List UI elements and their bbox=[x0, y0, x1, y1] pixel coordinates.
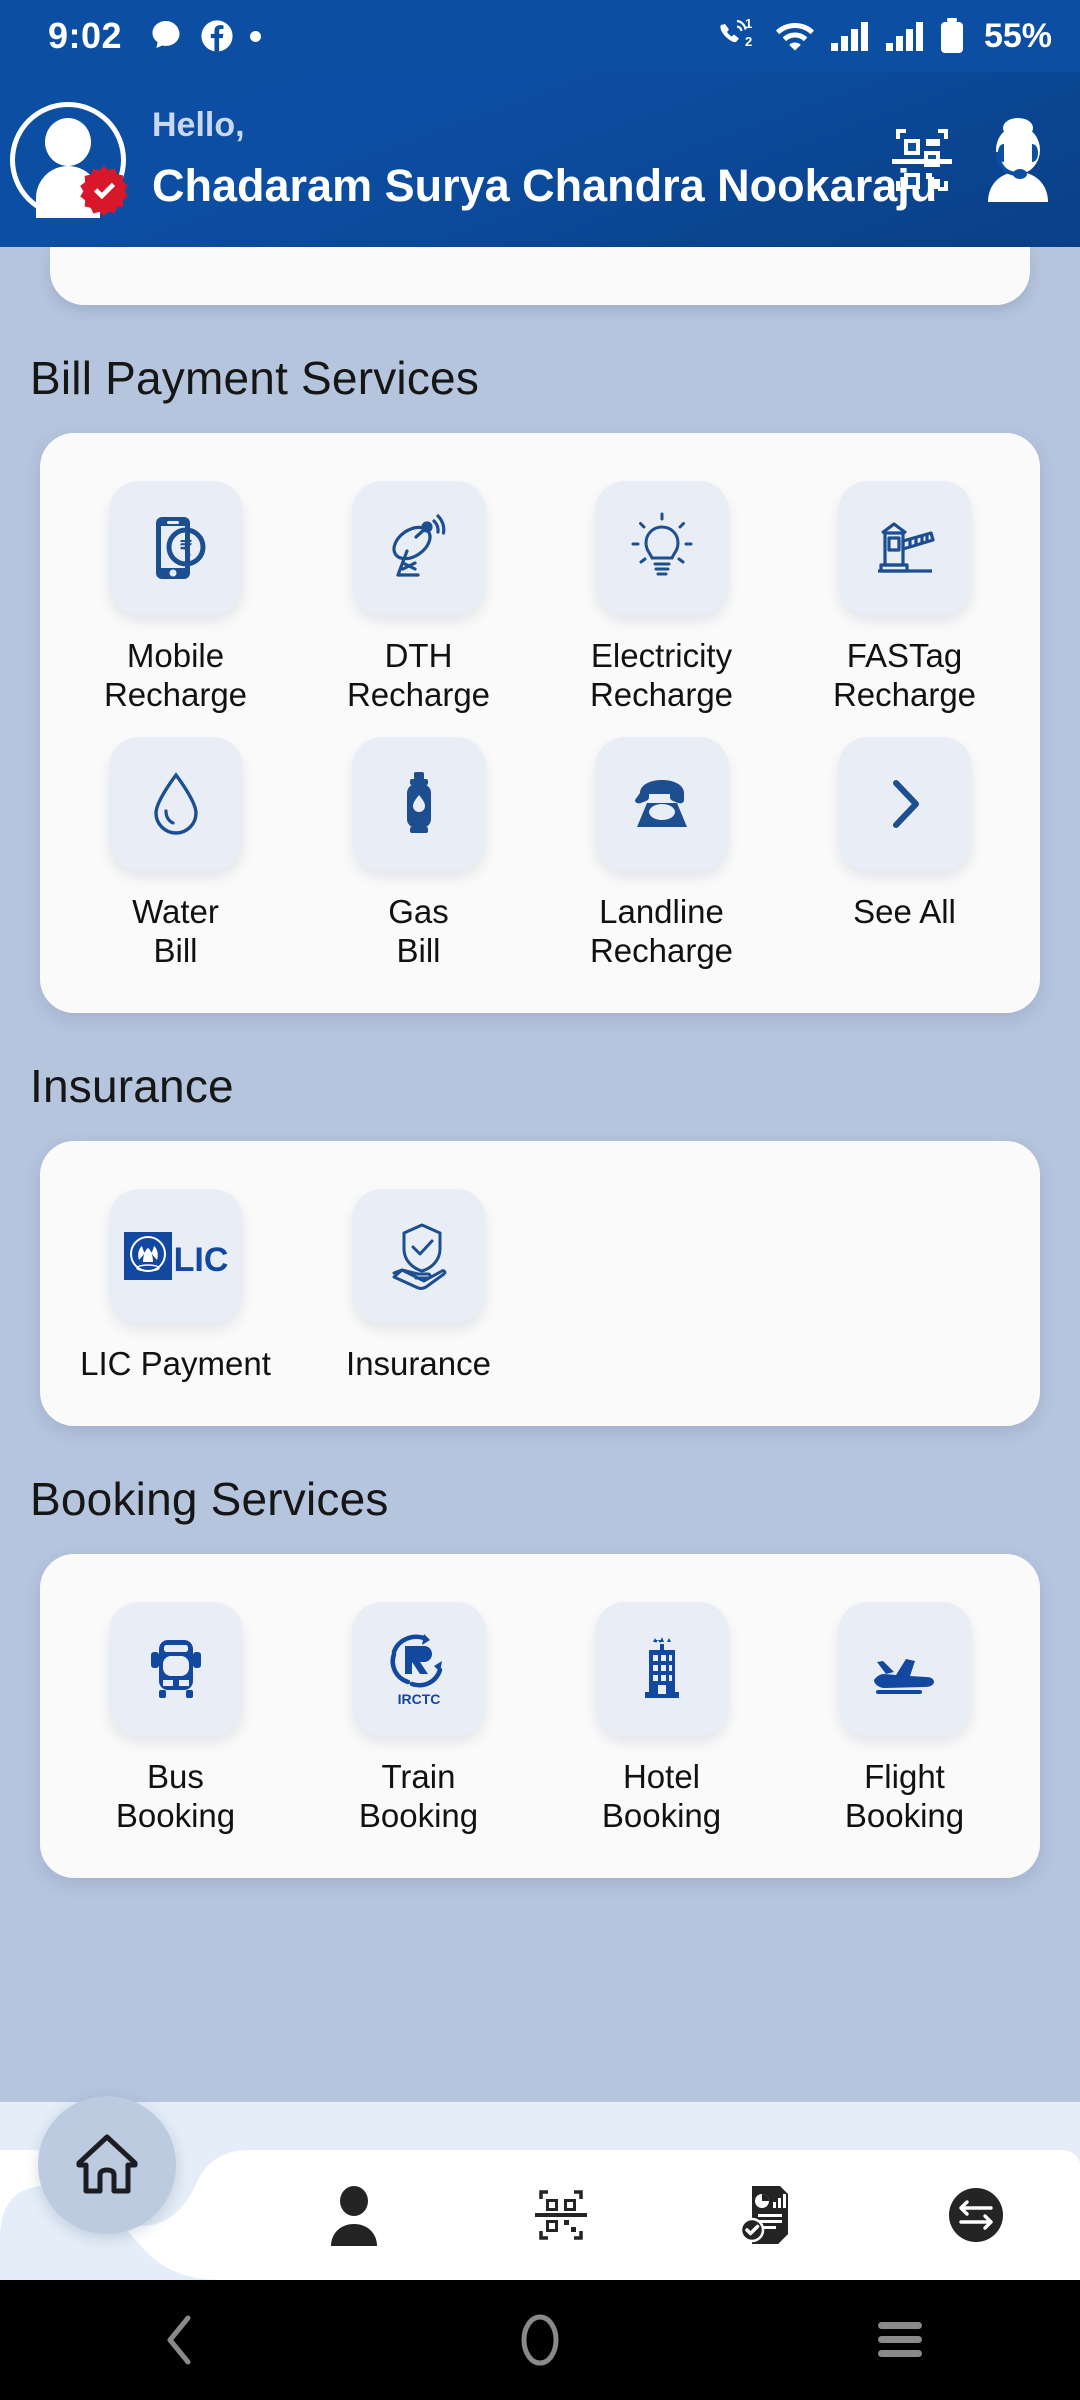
qr-scan-icon bbox=[535, 2190, 588, 2240]
service-label: Flight Booking bbox=[844, 1757, 965, 1834]
back-icon bbox=[167, 2315, 191, 2365]
android-home-button[interactable] bbox=[450, 2280, 630, 2400]
landline-telephone-icon bbox=[594, 736, 729, 871]
water-drop-icon bbox=[108, 736, 243, 871]
svg-text:₹: ₹ bbox=[179, 538, 192, 560]
scrolled-card-peek bbox=[0, 247, 1080, 305]
service-electricity-recharge[interactable]: Electricity Recharge bbox=[540, 467, 783, 723]
svg-text:2: 2 bbox=[745, 34, 752, 49]
service-gas-bill[interactable]: Gas Bill bbox=[297, 723, 540, 979]
qr-scan-icon[interactable] bbox=[884, 117, 960, 203]
service-label: Landline Recharge bbox=[589, 892, 734, 969]
section-title-insurance: Insurance bbox=[30, 1059, 234, 1112]
service-hotel-booking[interactable]: Hotel Booking bbox=[540, 1588, 783, 1844]
flight-plane-icon bbox=[837, 1601, 972, 1736]
status-right-icons: 1 2 55% bbox=[715, 16, 1052, 56]
android-recents-button[interactable] bbox=[810, 2280, 990, 2400]
service-label: Bus Booking bbox=[115, 1757, 236, 1834]
home-icon bbox=[76, 2134, 138, 2194]
service-mobile-recharge[interactable]: ₹ Mobile Recharge bbox=[54, 467, 297, 723]
bill-payment-grid: ₹ Mobile Recharge DTH Recharge Electrici… bbox=[54, 467, 1026, 979]
mobile-recharge-icon: ₹ bbox=[108, 481, 243, 615]
nav-transfer[interactable] bbox=[873, 2150, 1080, 2280]
service-label: See All bbox=[853, 892, 956, 930]
bottom-nav-zone bbox=[0, 2096, 1080, 2280]
section-title-bill-payment: Bill Payment Services bbox=[30, 352, 480, 404]
nav-home[interactable] bbox=[38, 2096, 176, 2234]
dot-indicator bbox=[250, 30, 262, 42]
battery-icon bbox=[939, 17, 965, 55]
fastag-toll-icon bbox=[837, 481, 972, 615]
service-dth-recharge[interactable]: DTH Recharge bbox=[297, 467, 540, 723]
service-label: Insurance bbox=[346, 1344, 491, 1382]
verified-badge-icon bbox=[76, 164, 132, 220]
hotel-building-icon bbox=[594, 1601, 729, 1736]
app-header: Hello, Chadaram Surya Chandra Nookaraju bbox=[0, 72, 1080, 247]
signal-sim1-icon bbox=[829, 19, 871, 53]
signal-sim2-icon bbox=[884, 19, 926, 53]
service-train-booking[interactable]: IRCTC Train Booking bbox=[297, 1588, 540, 1844]
service-water-bill[interactable]: Water Bill bbox=[54, 723, 297, 979]
status-time: 9:02 bbox=[48, 15, 123, 56]
header-actions bbox=[884, 114, 1054, 206]
section-title-booking: Booking Services bbox=[30, 1472, 389, 1525]
insurance-card: LIC LIC Payment Insurance bbox=[40, 1140, 1040, 1426]
bill-payment-card: ₹ Mobile Recharge DTH Recharge Electrici… bbox=[40, 433, 1040, 1013]
insurance-grid: LIC LIC Payment Insurance bbox=[54, 1175, 1026, 1392]
service-insurance[interactable]: Insurance bbox=[297, 1175, 540, 1392]
service-label: FASTag Recharge bbox=[832, 637, 977, 713]
android-back-button[interactable] bbox=[90, 2280, 270, 2400]
person-icon bbox=[330, 2186, 377, 2246]
service-label: Mobile Recharge bbox=[103, 637, 248, 713]
insurance-shield-hand-icon bbox=[351, 1188, 486, 1323]
chevron-right-icon bbox=[837, 736, 972, 871]
bus-icon bbox=[108, 1601, 243, 1736]
service-see-all[interactable]: See All bbox=[783, 723, 1026, 979]
service-bus-booking[interactable]: Bus Booking bbox=[54, 1588, 297, 1844]
service-label: Train Booking bbox=[358, 1757, 479, 1834]
message-icon bbox=[148, 18, 184, 54]
booking-services-card: Bus Booking IRCTC Train Booking Hotel Bo… bbox=[40, 1553, 1040, 1878]
status-bar: 9:02 1 2 55% bbox=[0, 0, 1080, 72]
android-nav-bar bbox=[0, 2280, 1080, 2400]
electricity-bulb-icon bbox=[594, 481, 729, 615]
gas-cylinder-icon bbox=[351, 736, 486, 871]
status-left-icons bbox=[148, 18, 262, 54]
transfer-arrows-icon bbox=[949, 2188, 1004, 2242]
insurance-empty-slot bbox=[783, 1175, 1026, 1392]
battery-percent: 55% bbox=[983, 16, 1052, 55]
insurance-empty-slot bbox=[540, 1175, 783, 1392]
nav-scan[interactable] bbox=[458, 2150, 666, 2280]
svg-text:LIC: LIC bbox=[173, 1241, 227, 1279]
service-landline-recharge[interactable]: Landline Recharge bbox=[540, 723, 783, 979]
service-label: Water Bill bbox=[132, 892, 219, 969]
report-document-icon bbox=[739, 2186, 788, 2244]
dth-dish-icon bbox=[351, 481, 486, 615]
home-circle-icon bbox=[521, 2314, 559, 2366]
service-label: Electricity Recharge bbox=[589, 637, 734, 713]
nav-profile[interactable] bbox=[250, 2150, 458, 2280]
wifi-icon bbox=[774, 19, 816, 53]
irctc-train-icon: IRCTC bbox=[351, 1601, 486, 1736]
service-label: Hotel Booking bbox=[601, 1757, 722, 1834]
svg-text:IRCTC: IRCTC bbox=[397, 1691, 440, 1707]
recents-icon bbox=[878, 2322, 922, 2357]
nav-reports[interactable] bbox=[665, 2150, 873, 2280]
service-label: Gas Bill bbox=[388, 892, 449, 969]
service-label: LIC Payment bbox=[80, 1344, 271, 1382]
service-fastag-recharge[interactable]: FASTag Recharge bbox=[783, 467, 1026, 723]
facebook-icon bbox=[200, 19, 234, 53]
customer-support-icon[interactable] bbox=[982, 114, 1054, 206]
lic-logo-icon: LIC bbox=[108, 1188, 243, 1323]
svg-text:1: 1 bbox=[745, 16, 752, 31]
service-lic-payment[interactable]: LIC LIC Payment bbox=[54, 1175, 297, 1392]
call-dual-sim-icon: 1 2 bbox=[715, 16, 761, 56]
service-label: DTH Recharge bbox=[346, 637, 491, 713]
avatar[interactable] bbox=[10, 101, 128, 218]
booking-grid: Bus Booking IRCTC Train Booking Hotel Bo… bbox=[54, 1588, 1026, 1844]
service-flight-booking[interactable]: Flight Booking bbox=[783, 1588, 1026, 1844]
